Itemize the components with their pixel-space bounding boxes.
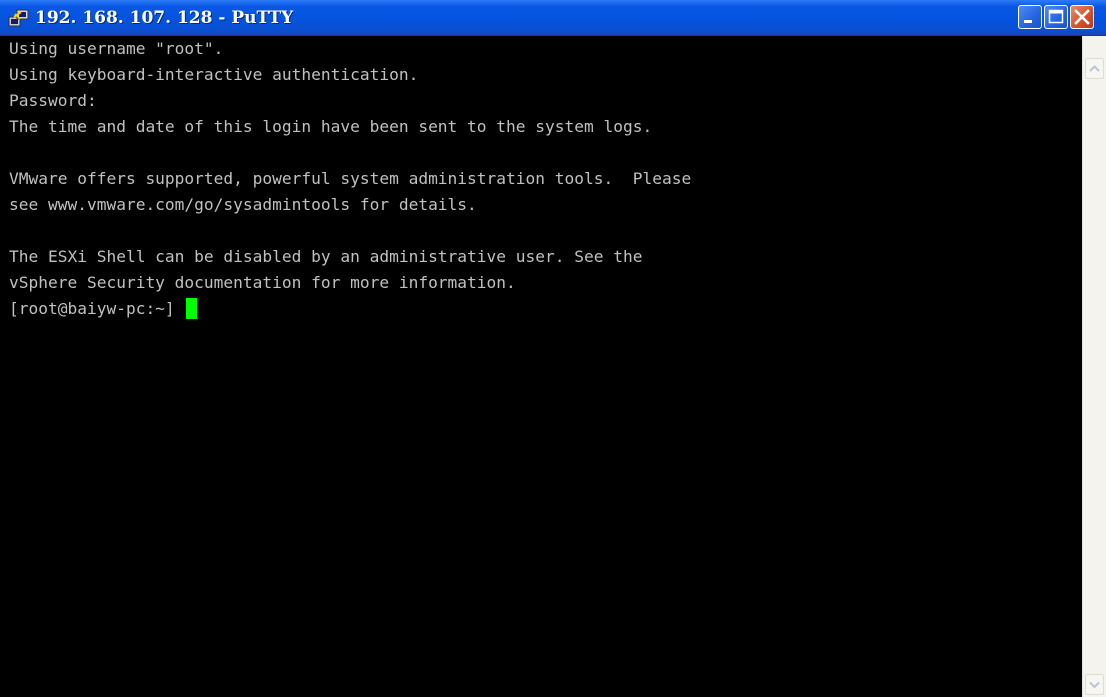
putty-app-icon[interactable] bbox=[8, 8, 30, 28]
terminal-line: see www.vmware.com/go/sysadmintools for … bbox=[9, 195, 477, 214]
terminal-line: Using keyboard-interactive authenticatio… bbox=[9, 65, 419, 84]
terminal-line: Using username "root". bbox=[9, 39, 224, 58]
title-bar[interactable]: 192. 168. 107. 128 - PuTTY bbox=[0, 0, 1106, 36]
scroll-down-button[interactable] bbox=[1085, 674, 1104, 695]
terminal-line: vSphere Security documentation for more … bbox=[9, 273, 516, 292]
close-icon bbox=[1074, 9, 1090, 25]
minimize-button[interactable] bbox=[1018, 5, 1042, 29]
terminal-cursor bbox=[186, 298, 198, 319]
shell-prompt: [root@baiyw-pc:~] bbox=[9, 299, 185, 318]
scroll-up-button[interactable] bbox=[1085, 58, 1104, 79]
terminal-line: The ESXi Shell can be disabled by an adm… bbox=[9, 247, 643, 266]
scroll-up-arrow-icon bbox=[1089, 65, 1100, 72]
maximize-button[interactable] bbox=[1044, 5, 1068, 29]
close-button[interactable] bbox=[1070, 5, 1094, 29]
putty-window: 192. 168. 107. 128 - PuTTY Using usernam… bbox=[0, 0, 1106, 697]
window-title: 192. 168. 107. 128 - PuTTY bbox=[35, 8, 294, 28]
terminal-line: The time and date of this login have bee… bbox=[9, 117, 653, 136]
terminal-output[interactable]: Using username "root". Using keyboard-in… bbox=[9, 36, 1081, 697]
scroll-down-arrow-icon bbox=[1089, 681, 1100, 689]
terminal-line: Password: bbox=[9, 91, 97, 110]
maximize-icon bbox=[1048, 9, 1064, 24]
terminal-line: VMware offers supported, powerful system… bbox=[9, 169, 692, 188]
minimize-icon bbox=[1024, 20, 1032, 23]
vertical-scrollbar[interactable] bbox=[1082, 36, 1106, 697]
prompt-line[interactable]: [root@baiyw-pc:~] bbox=[9, 296, 1081, 322]
